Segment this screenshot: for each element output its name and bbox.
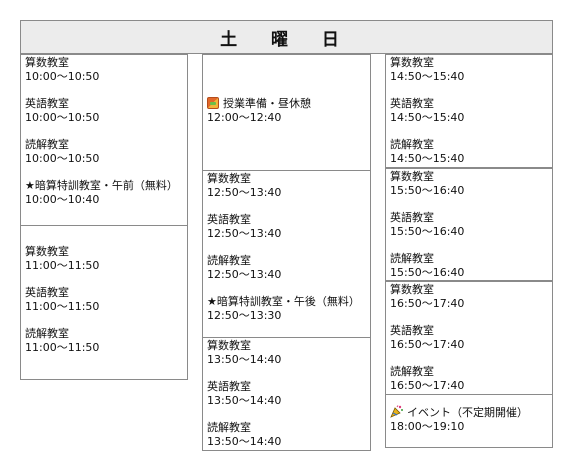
class-name: 読解教室 (390, 365, 434, 378)
class-entry: 読解教室 10:00〜10:50 (25, 138, 183, 166)
time-block: 算数教室 12:50〜13:40 英語教室 12:50〜13:40 読解教室 12:5… (202, 170, 371, 338)
class-entry: 読解教室 15:50〜16:40 (390, 252, 548, 280)
class-name: 読解教室 (207, 254, 251, 267)
class-time: 12:50〜13:30 (207, 309, 282, 322)
class-name: 授業準備・昼休憩 (207, 97, 366, 111)
class-name: 英語教室 (25, 97, 69, 110)
class-name: 算数教室 (207, 339, 251, 352)
class-time: 16:50〜17:40 (390, 297, 465, 310)
class-time: 15:50〜16:40 (390, 266, 465, 279)
class-time: 13:50〜14:40 (207, 394, 282, 407)
class-time: 13:50〜14:40 (207, 435, 282, 448)
class-entry: 英語教室 16:50〜17:40 (390, 324, 548, 352)
class-entry: 英語教室 14:50〜15:40 (390, 97, 548, 125)
time-block: 算数教室 10:00〜10:50 英語教室 10:00〜10:50 読解教室 10:0… (20, 54, 188, 226)
class-entry: 読解教室 11:00〜11:50 (25, 327, 183, 355)
time-block: 授業準備・昼休憩 12:00〜12:40 (202, 54, 371, 171)
class-entry: 算数教室 13:50〜14:40 (207, 339, 366, 367)
time-block: 算数教室 13:50〜14:40 英語教室 13:50〜14:40 読解教室 13:5… (202, 337, 371, 451)
class-entry: ★暗算特訓教室・午後（無料） 12:50〜13:30 (207, 295, 366, 323)
class-entry: 読解教室 14:50〜15:40 (390, 138, 548, 166)
class-name: 英語教室 (207, 213, 251, 226)
class-time: 12:50〜13:40 (207, 186, 282, 199)
class-name: ★暗算特訓教室・午後（無料） (207, 295, 360, 308)
class-time: 12:50〜13:40 (207, 227, 282, 240)
class-entry: 算数教室 12:50〜13:40 (207, 172, 366, 200)
time-block: 算数教室 11:00〜11:50 英語教室 11:00〜11:50 読解教室 11:0… (20, 225, 188, 380)
class-name: 英語教室 (390, 211, 434, 224)
class-name: 英語教室 (207, 380, 251, 393)
time-block: 算数教室 14:50〜15:40 英語教室 14:50〜15:40 読解教室 14:5… (385, 54, 553, 168)
class-name: 英語教室 (25, 286, 69, 299)
class-name-text: 授業準備・昼休憩 (223, 97, 311, 110)
class-entry: 英語教室 10:00〜10:50 (25, 97, 183, 125)
class-time: 14:50〜15:40 (390, 152, 465, 165)
class-entry: 読解教室 12:50〜13:40 (207, 254, 366, 282)
class-name: 算数教室 (390, 283, 434, 296)
class-name: 算数教室 (390, 56, 434, 69)
class-name: 英語教室 (390, 97, 434, 110)
class-entry: イベント（不定期開催） 18:00〜19:10 (390, 405, 548, 434)
class-name: 読解教室 (390, 138, 434, 151)
class-entry: 算数教室 11:00〜11:50 (25, 245, 183, 273)
time-block: 算数教室 16:50〜17:40 英語教室 16:50〜17:40 読解教室 16:5… (385, 281, 553, 395)
class-entry: 英語教室 15:50〜16:40 (390, 211, 548, 239)
lunch-box-icon (207, 97, 219, 109)
class-time: 11:00〜11:50 (25, 300, 100, 313)
class-entry: 英語教室 13:50〜14:40 (207, 380, 366, 408)
class-time: 10:00〜10:40 (25, 193, 100, 206)
class-name: 算数教室 (390, 170, 434, 183)
class-name: 算数教室 (207, 172, 251, 185)
class-time: 10:00〜10:50 (25, 111, 100, 124)
class-time: 15:50〜16:40 (390, 225, 465, 238)
class-name: 算数教室 (25, 56, 69, 69)
class-time: 10:00〜10:50 (25, 152, 100, 165)
class-time: 10:00〜10:50 (25, 70, 100, 83)
class-name: 読解教室 (390, 252, 434, 265)
time-block: イベント（不定期開催） 18:00〜19:10 (385, 394, 553, 448)
day-title: 土 曜 日 (220, 29, 353, 50)
class-time: 14:50〜15:40 (390, 70, 465, 83)
time-block: 算数教室 15:50〜16:40 英語教室 15:50〜16:40 読解教室 15:5… (385, 168, 553, 281)
class-entry: 読解教室 13:50〜14:40 (207, 421, 366, 449)
class-time: 16:50〜17:40 (390, 338, 465, 351)
class-entry: 授業準備・昼休憩 12:00〜12:40 (207, 97, 366, 125)
class-time: 18:00〜19:10 (390, 420, 465, 433)
class-name: 読解教室 (25, 138, 69, 151)
class-time: 13:50〜14:40 (207, 353, 282, 366)
class-name: 読解教室 (25, 327, 69, 340)
class-name: 読解教室 (207, 421, 251, 434)
class-name: ★暗算特訓教室・午前（無料） (25, 179, 178, 192)
class-entry: 英語教室 12:50〜13:40 (207, 213, 366, 241)
class-time: 15:50〜16:40 (390, 184, 465, 197)
class-entry: 読解教室 16:50〜17:40 (390, 365, 548, 393)
class-entry: 英語教室 11:00〜11:50 (25, 286, 183, 314)
class-entry: ★暗算特訓教室・午前（無料） 10:00〜10:40 (25, 179, 183, 207)
party-popper-icon (390, 405, 403, 418)
class-time: 16:50〜17:40 (390, 379, 465, 392)
class-name: 英語教室 (390, 324, 434, 337)
class-entry: 算数教室 15:50〜16:40 (390, 170, 548, 198)
class-time: 11:00〜11:50 (25, 259, 100, 272)
day-header: 土 曜 日 (20, 20, 553, 54)
class-time: 14:50〜15:40 (390, 111, 465, 124)
class-time: 12:00〜12:40 (207, 111, 282, 124)
class-entry: 算数教室 10:00〜10:50 (25, 56, 183, 84)
class-time: 12:50〜13:40 (207, 268, 282, 281)
class-time: 11:00〜11:50 (25, 341, 100, 354)
class-name: イベント（不定期開催） (390, 405, 548, 420)
class-entry: 算数教室 14:50〜15:40 (390, 56, 548, 84)
class-name: 算数教室 (25, 245, 69, 258)
class-name-text: イベント（不定期開催） (407, 406, 528, 419)
class-entry: 算数教室 16:50〜17:40 (390, 283, 548, 311)
